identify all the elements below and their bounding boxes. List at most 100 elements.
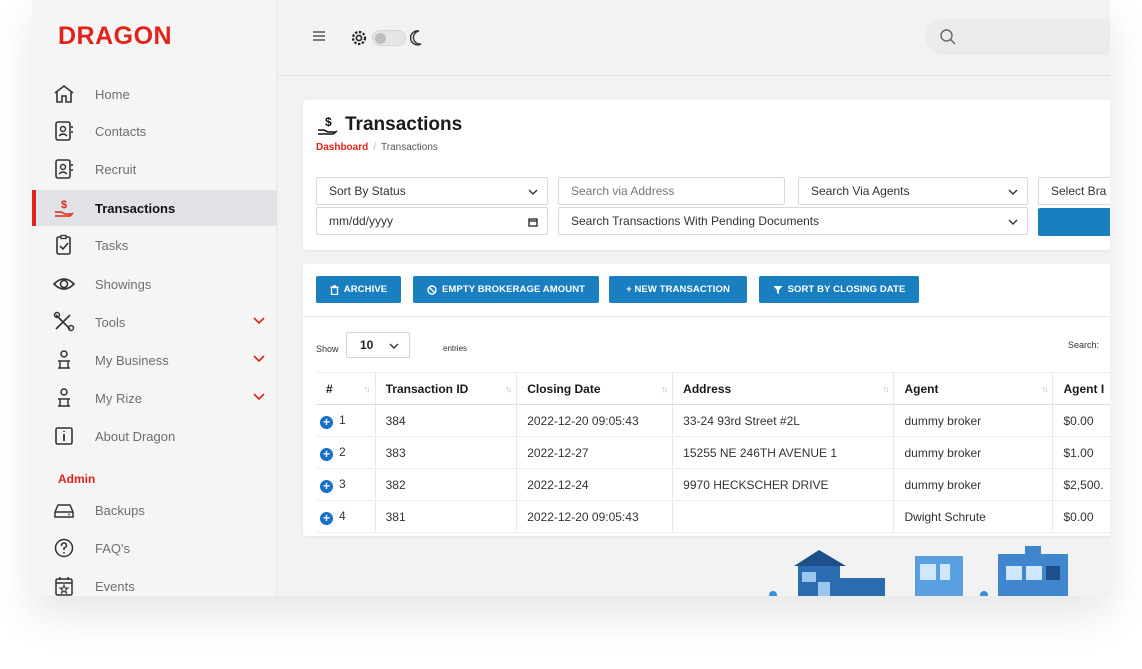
closing-date-input[interactable]: mm/dd/yyyy: [316, 207, 548, 235]
sidebar-item-label: Transactions: [95, 200, 176, 216]
table-row[interactable]: +1 384 2022-12-20 09:05:43 33-24 93rd St…: [316, 404, 1110, 437]
cell-transaction-id: 382: [375, 468, 518, 501]
sidebar-item-events[interactable]: Events: [32, 568, 277, 596]
expand-row-icon[interactable]: +: [320, 447, 333, 461]
cell-agent-amount: $2,500.: [1052, 468, 1110, 501]
cell-closing-date: 2022-12-20 09:05:43: [516, 500, 674, 533]
new-transaction-button[interactable]: + NEW TRANSACTION: [609, 276, 747, 303]
sidebar: DRAGON Home Contacts Recruit $ Transacti…: [32, 0, 277, 596]
sidebar-item-my-business[interactable]: My Business: [32, 342, 277, 378]
sidebar-item-backups[interactable]: Backups: [32, 492, 277, 528]
cell-agent: Dwight Schrute: [893, 500, 1054, 533]
sidebar-item-contacts[interactable]: Contacts: [32, 113, 277, 149]
expand-row-icon[interactable]: +: [320, 415, 333, 429]
sidebar-item-about[interactable]: About Dragon: [32, 418, 277, 454]
page-title: Transactions: [345, 114, 463, 135]
theme-toggle[interactable]: [372, 30, 406, 46]
sidebar-item-label: Recruit: [95, 161, 137, 177]
home-icon: [54, 84, 74, 103]
column-header-closing-date[interactable]: Closing Date ↑↓: [516, 372, 674, 405]
sidebar-item-faqs[interactable]: FAQ's: [32, 530, 277, 566]
cell-closing-date: 2022-12-27: [516, 436, 674, 469]
column-header-number[interactable]: # ↑↓: [316, 372, 376, 405]
sort-by-status-select[interactable]: Sort By Status: [316, 177, 548, 205]
cell-agent: dummy broker: [893, 404, 1054, 437]
breadcrumb: Dashboard / Transactions: [316, 142, 438, 153]
column-header-agent[interactable]: Agent ↑↓: [893, 372, 1054, 405]
sidebar-item-tools[interactable]: Tools: [32, 304, 277, 340]
sidebar-item-label: Contacts: [95, 123, 147, 139]
menu-icon[interactable]: [310, 27, 328, 45]
calendar-icon[interactable]: [528, 217, 538, 227]
table-row[interactable]: +2 383 2022-12-27 15255 NE 246TH AVENUE …: [316, 436, 1110, 469]
table-row[interactable]: +4 381 2022-12-20 09:05:43 Dwight Schrut…: [316, 500, 1110, 533]
sidebar-item-label: Home: [95, 86, 130, 102]
hard-drive-icon: [54, 504, 74, 518]
sidebar-item-transactions[interactable]: $ Transactions: [32, 190, 277, 226]
empty-brokerage-button[interactable]: EMPTY BROKERAGE AMOUNT: [413, 276, 599, 303]
transactions-table-card: ARCHIVE EMPTY BROKERAGE AMOUNT + NEW TRA…: [303, 264, 1110, 536]
chevron-down-icon[interactable]: [252, 390, 266, 404]
ban-icon: [427, 284, 437, 295]
chevron-down-icon[interactable]: [252, 314, 266, 328]
filter-submit-button[interactable]: [1038, 208, 1110, 236]
expand-row-icon[interactable]: +: [320, 511, 333, 525]
column-header-agent-amount[interactable]: Agent I: [1052, 372, 1110, 405]
expand-row-icon[interactable]: +: [320, 479, 333, 493]
brand-logo[interactable]: DRAGON: [58, 22, 172, 51]
tools-icon: [53, 311, 75, 332]
calendar-star-icon: [55, 577, 73, 596]
search-icon: [940, 29, 956, 45]
cell-transaction-id: 384: [375, 404, 518, 437]
table-row[interactable]: +3 382 2022-12-24 9970 HECKSCHER DRIVE d…: [316, 468, 1110, 501]
column-header-address[interactable]: Address ↑↓: [672, 372, 895, 405]
sidebar-item-home[interactable]: Home: [32, 76, 277, 112]
sidebar-item-label: My Rize: [95, 390, 142, 406]
filter-icon: [773, 285, 783, 295]
cell-transaction-id: 383: [375, 436, 518, 469]
sidebar-item-recruit[interactable]: Recruit: [32, 151, 277, 187]
table-header-row: # ↑↓ Transaction ID ↑↓ Closing Date ↑↓ Addr…: [316, 372, 1110, 405]
cell-closing-date: 2022-12-20 09:05:43: [516, 404, 674, 437]
chevron-down-icon[interactable]: [252, 352, 266, 366]
cell-agent: dummy broker: [893, 468, 1054, 501]
sidebar-item-label: Showings: [95, 276, 152, 292]
pending-documents-select[interactable]: Search Transactions With Pending Documen…: [558, 207, 1028, 235]
table-search-label: Search:: [1068, 340, 1100, 350]
info-icon: [55, 427, 73, 445]
transactions-table: # ↑↓ Transaction ID ↑↓ Closing Date ↑↓ Addr…: [316, 372, 1110, 533]
breadcrumb-current: Transactions: [381, 142, 438, 153]
global-search-input[interactable]: [925, 19, 1110, 55]
page-length-select[interactable]: 10: [346, 332, 410, 358]
cell-address: 15255 NE 246TH AVENUE 1: [672, 436, 895, 469]
entries-label: entries: [443, 344, 468, 353]
column-header-transaction-id[interactable]: Transaction ID ↑↓: [375, 372, 518, 405]
filter-card: $ Transactions Dashboard / Transactions So…: [303, 100, 1110, 250]
svg-text:$: $: [325, 115, 332, 129]
sort-by-closing-date-button[interactable]: SORT BY CLOSING DATE: [759, 276, 919, 303]
sidebar-item-tasks[interactable]: Tasks: [32, 227, 277, 263]
app-window: DRAGON Home Contacts Recruit $ Transacti…: [32, 0, 1110, 596]
contact-card-icon: [55, 159, 73, 179]
divider: [303, 316, 1110, 317]
moon-icon[interactable]: [408, 29, 424, 47]
breadcrumb-dashboard-link[interactable]: Dashboard: [316, 142, 368, 153]
archive-button[interactable]: ARCHIVE: [316, 276, 401, 303]
gear-icon[interactable]: [350, 29, 368, 47]
cell-agent-amount: $0.00: [1052, 500, 1110, 533]
cell-address: 33-24 93rd Street #2L: [672, 404, 895, 437]
admin-section-heading: Admin: [58, 472, 96, 486]
sidebar-item-label: Tools: [95, 314, 126, 330]
sidebar-item-label: About Dragon: [95, 428, 176, 444]
show-label: Show: [316, 344, 339, 354]
sidebar-item-showings[interactable]: Showings: [32, 266, 277, 302]
svg-text:$: $: [61, 199, 67, 211]
search-address-input[interactable]: Search via Address: [558, 177, 785, 205]
money-hand-icon: $: [318, 115, 338, 135]
sidebar-item-my-rize[interactable]: My Rize: [32, 380, 277, 416]
question-circle-icon: [54, 538, 74, 558]
search-agents-select[interactable]: Search Via Agents: [798, 177, 1028, 205]
select-branch-select[interactable]: Select Bra: [1038, 177, 1110, 205]
main-content: $ Transactions Dashboard / Transactions So…: [278, 0, 1110, 596]
money-hand-icon: $: [55, 199, 74, 217]
